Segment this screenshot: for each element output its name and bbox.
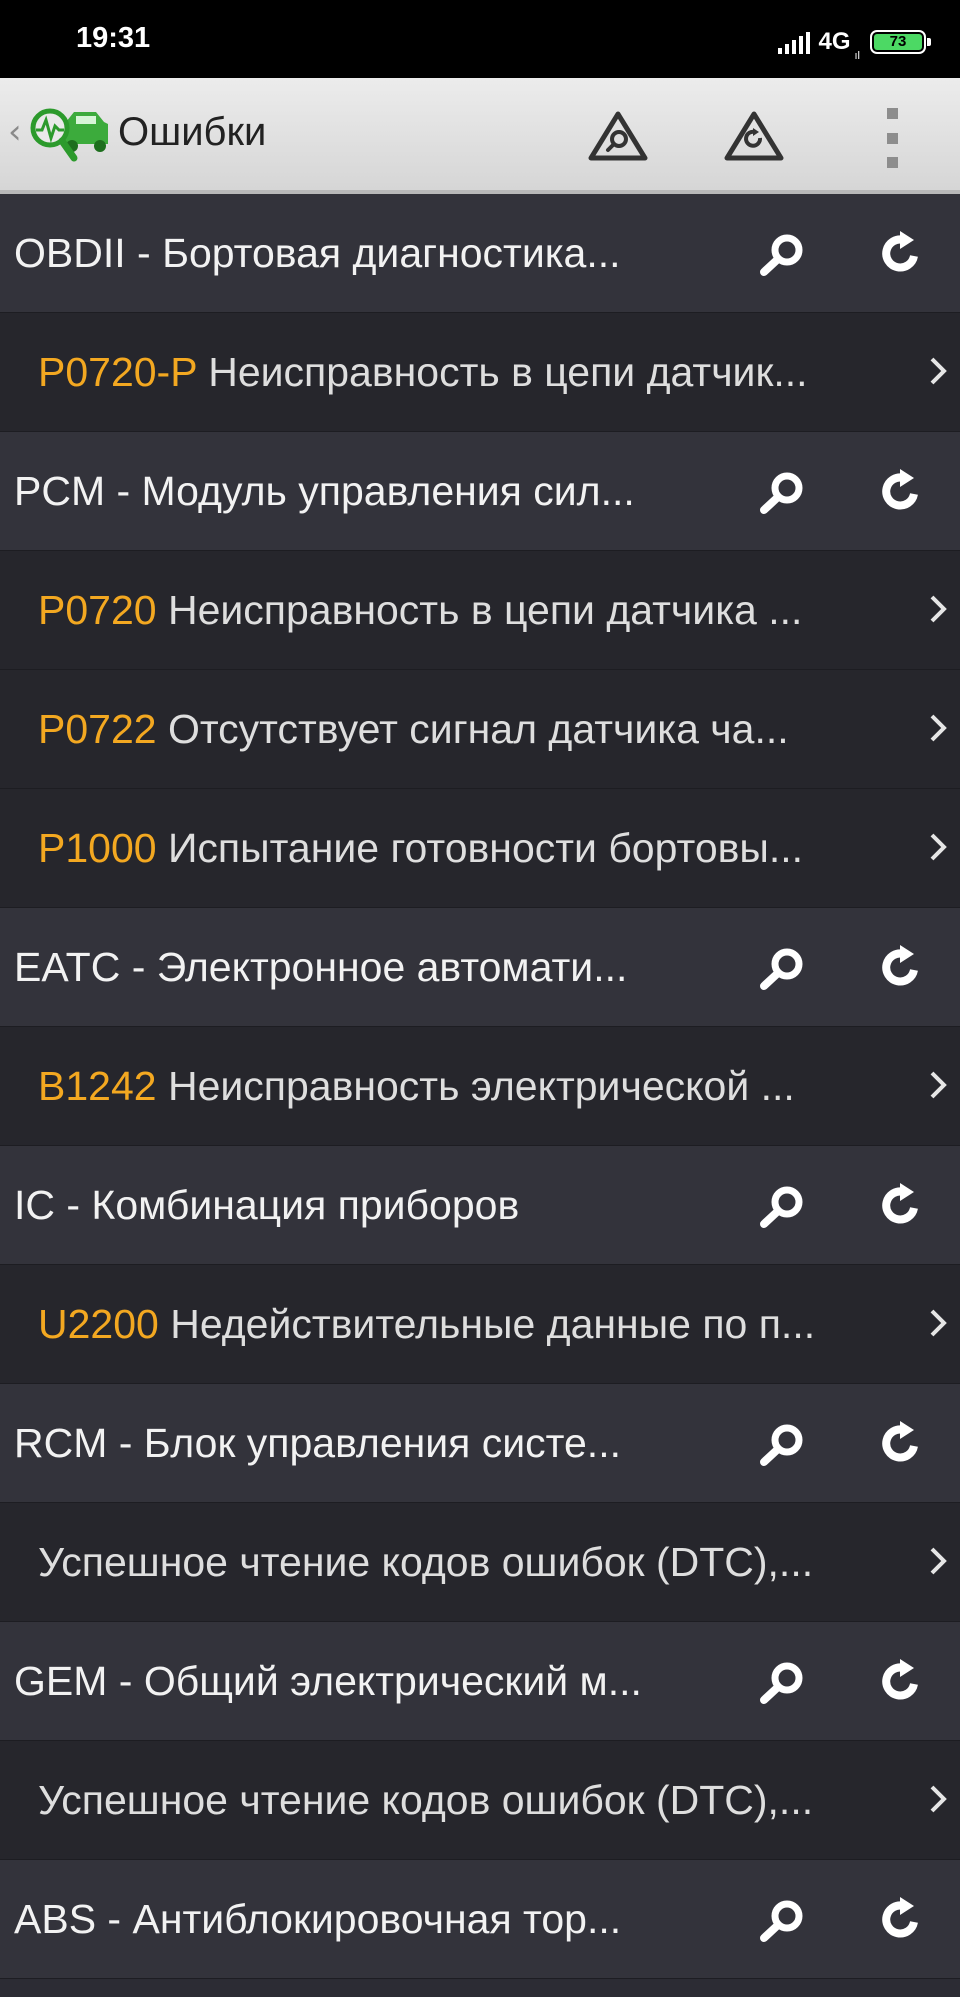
network-sub: ıl (854, 50, 861, 62)
dtc-row[interactable]: P0722 Отсутствует сигнал датчика ча... (0, 670, 960, 789)
dtc-row[interactable]: P1000 Испытание готовности бортовы... (0, 789, 960, 908)
dtc-text: U2200 Недействительные данные по п... (38, 1265, 914, 1383)
chevron-right-icon (930, 833, 947, 861)
chevron-left-icon[interactable]: ‹ (8, 112, 22, 152)
module-row-ic[interactable]: IC - Комбинация приборов (0, 1146, 960, 1265)
chevron-right-icon (930, 1071, 947, 1099)
dtc-row[interactable]: P0720 Неисправность в цепи датчика ... (0, 551, 960, 670)
chevron-right-icon (930, 1785, 947, 1813)
dtc-text: P0720 Неисправность в цепи датчика ... (38, 551, 914, 669)
dtc-code: P0722 (38, 706, 157, 752)
chevron-right-icon (930, 357, 947, 385)
battery-level: 73 (874, 34, 922, 50)
status-time: 19:31 (76, 22, 151, 54)
refresh-icon[interactable] (876, 1418, 926, 1468)
dtc-row[interactable]: Успешное чтение кодов ошибок (DTC),... (0, 1503, 960, 1622)
module-row-abs[interactable]: ABS - Антиблокировочная тор... (0, 1860, 960, 1979)
dtc-row[interactable]: Успешное чтение кодов ошибок (DTC),... (0, 1741, 960, 1860)
search-icon[interactable] (752, 944, 812, 992)
module-row-eatc[interactable]: EATC - Электронное автомати... (0, 908, 960, 1027)
status-bar: 19:31 4G ıl 73 (0, 0, 960, 78)
network-type: 4G (818, 28, 851, 55)
dtc-text: B1242 Неисправность электрической ... (38, 1027, 914, 1145)
module-row-rcm[interactable]: RCM - Блок управления систе... (0, 1384, 960, 1503)
dtc-description: Недействительные данные по п... (158, 1301, 816, 1347)
dtc-description: Неисправность в цепи датчика ... (156, 587, 803, 633)
dtc-row[interactable]: U2200 Недействительные данные по п... (0, 1265, 960, 1384)
refresh-icon[interactable] (876, 466, 926, 516)
module-row-obdii[interactable]: OBDII - Бортовая диагностика... (0, 194, 960, 313)
dtc-code: U2200 (38, 1301, 159, 1347)
search-icon[interactable] (752, 1182, 812, 1230)
dtc-text: Успешное чтение кодов ошибок (DTC),... (38, 1503, 914, 1621)
module-label: ABS - Антиблокировочная тор... (14, 1896, 622, 1942)
dtc-description: Неисправность электрической ... (156, 1063, 795, 1109)
error-list: OBDII - Бортовая диагностика... P0720-P … (0, 194, 960, 1979)
dtc-description: Неисправность в цепи датчик... (196, 349, 808, 395)
warning-triangle-refresh-icon[interactable] (722, 108, 786, 164)
dtc-description: Успешное чтение кодов ошибок (DTC),... (38, 1539, 814, 1585)
module-label: OBDII - Бортовая диагностика... (14, 230, 621, 276)
warning-triangle-search-icon[interactable] (586, 108, 650, 164)
module-label: PCM - Модуль управления сил... (14, 468, 635, 514)
chevron-right-icon (930, 714, 947, 742)
dtc-text: Успешное чтение кодов ошибок (DTC),... (38, 1741, 914, 1859)
search-icon[interactable] (752, 1420, 812, 1468)
refresh-icon[interactable] (876, 228, 926, 278)
dtc-code: P1000 (38, 825, 157, 871)
page-title: Ошибки (118, 110, 267, 154)
dtc-code: B1242 (38, 1063, 157, 1109)
chevron-right-icon (930, 595, 947, 623)
dtc-description: Отсутствует сигнал датчика ча... (156, 706, 789, 752)
module-row-gem[interactable]: GEM - Общий электрический м... (0, 1622, 960, 1741)
status-icons: 4G ıl 73 (778, 22, 931, 62)
module-label: IC - Комбинация приборов (14, 1182, 520, 1228)
search-icon[interactable] (752, 1896, 812, 1944)
module-label: EATC - Электронное автомати... (14, 944, 628, 990)
dtc-description: Успешное чтение кодов ошибок (DTC),... (38, 1777, 814, 1823)
search-icon[interactable] (752, 468, 812, 516)
module-label: GEM - Общий электрический м... (14, 1658, 642, 1704)
search-icon[interactable] (752, 1658, 812, 1706)
module-label: RCM - Блок управления систе... (14, 1420, 621, 1466)
app-bar: ‹ Ошибки (0, 78, 960, 194)
battery-icon: 73 (870, 30, 931, 54)
chevron-right-icon (930, 1547, 947, 1575)
dtc-text: P1000 Испытание готовности бортовы... (38, 789, 914, 907)
car-diagnostic-logo-icon[interactable] (28, 104, 110, 166)
search-icon[interactable] (752, 230, 812, 278)
refresh-icon[interactable] (876, 1894, 926, 1944)
dtc-description: Испытание готовности бортовы... (156, 825, 804, 871)
chevron-right-icon (930, 1309, 947, 1337)
refresh-icon[interactable] (876, 942, 926, 992)
dtc-code: P0720-P (38, 349, 197, 395)
dtc-text: P0722 Отсутствует сигнал датчика ча... (38, 670, 914, 788)
signal-icon (778, 30, 811, 54)
refresh-icon[interactable] (876, 1180, 926, 1230)
dtc-row[interactable]: B1242 Неисправность электрической ... (0, 1027, 960, 1146)
module-row-pcm[interactable]: PCM - Модуль управления сил... (0, 432, 960, 551)
more-vertical-icon[interactable] (882, 108, 902, 168)
dtc-text: P0720-P Неисправность в цепи датчик... (38, 313, 914, 431)
refresh-icon[interactable] (876, 1656, 926, 1706)
dtc-row[interactable]: P0720-P Неисправность в цепи датчик... (0, 313, 960, 432)
dtc-code: P0720 (38, 587, 157, 633)
